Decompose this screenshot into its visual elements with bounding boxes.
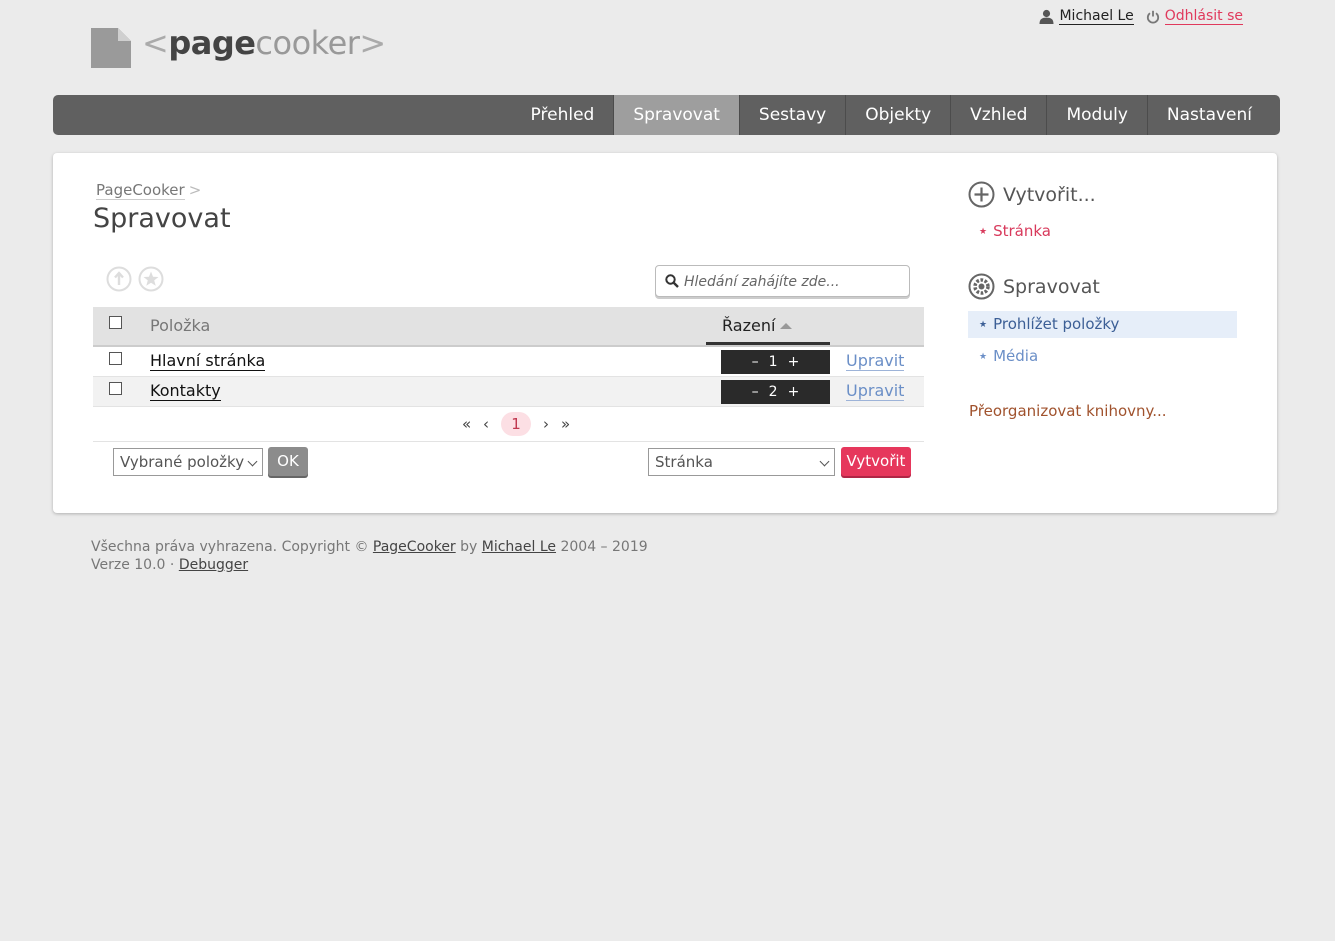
nav-item-settings[interactable]: Nastavení xyxy=(1146,95,1280,135)
star-icon: ★ xyxy=(979,352,988,362)
bulk-action-select[interactable]: Vybrané položky xyxy=(113,448,263,476)
document-icon xyxy=(91,28,131,68)
user-bar: Michael Le Odhlásit se xyxy=(1039,8,1243,25)
sort-asc-icon xyxy=(780,323,792,329)
breadcrumb: PageCooker > xyxy=(96,181,202,200)
pagination: « ‹ 1 › » xyxy=(93,407,924,442)
sidebar-reorganize-link[interactable]: Přeorganizovat knihovny... xyxy=(969,402,1167,420)
sidebar-manage-heading-label: Spravovat xyxy=(1003,275,1100,298)
item-link[interactable]: Hlavní stránka xyxy=(150,351,266,371)
create-type-select[interactable]: Stránka xyxy=(648,448,835,476)
breadcrumb-separator: > xyxy=(188,181,202,199)
order-control: – 2 + xyxy=(721,380,830,404)
nav-item-appearance[interactable]: Vzhled xyxy=(950,95,1046,135)
select-all-checkbox[interactable] xyxy=(109,316,122,329)
nav-item-overview[interactable]: Přehled xyxy=(512,95,614,135)
main-nav: Přehled Spravovat Sestavy Objekty Vzhled… xyxy=(53,95,1280,135)
logout-link[interactable]: Odhlásit se xyxy=(1164,8,1243,25)
table-row: Hlavní stránka – 1 + Upravit xyxy=(93,347,924,377)
page-title: Spravovat xyxy=(93,203,231,234)
sidebar-item-browse-items[interactable]: ★ Prohlížet položky xyxy=(979,315,1119,333)
star-icon[interactable] xyxy=(138,266,164,292)
order-control: – 1 + xyxy=(721,350,830,374)
user-icon xyxy=(1039,9,1054,24)
footer-years: 2004 – 2019 xyxy=(560,539,648,555)
order-decrease-button[interactable]: – xyxy=(752,354,759,370)
row-checkbox[interactable] xyxy=(109,382,122,395)
order-value: 2 xyxy=(768,384,778,400)
sidebar-item-create-page-label: Stránka xyxy=(993,222,1051,240)
main-panel: PageCooker> Spravovat Položka Řazení Hla… xyxy=(53,153,1277,513)
breadcrumb-link-home[interactable]: PageCooker xyxy=(96,181,185,200)
footer-debugger-link[interactable]: Debugger xyxy=(179,557,248,573)
sidebar-item-create-page[interactable]: ★ Stránka xyxy=(979,222,1051,240)
items-table: Položka Řazení Hlavní stránka – 1 + Upra… xyxy=(93,307,924,442)
order-value: 1 xyxy=(768,354,778,370)
edit-link[interactable]: Upravit xyxy=(846,381,905,401)
pager-first-button[interactable]: « xyxy=(462,415,471,433)
sidebar-create-heading: Vytvořit... xyxy=(968,181,1096,208)
row-checkbox[interactable] xyxy=(109,352,122,365)
nav-item-objects[interactable]: Objekty xyxy=(845,95,950,135)
footer-version: Verze 10.0 xyxy=(91,557,166,573)
footer-copyright: Všechna práva vyhrazena. Copyright © Pag… xyxy=(91,538,648,556)
nav-item-modules[interactable]: Moduly xyxy=(1046,95,1146,135)
star-icon: ★ xyxy=(979,320,988,330)
footer-rights: Všechna práva vyhrazena. Copyright © xyxy=(91,539,369,555)
nav-item-manage[interactable]: Spravovat xyxy=(613,95,739,135)
star-icon: ★ xyxy=(979,227,988,237)
table-header: Položka Řazení xyxy=(93,307,924,347)
pager-next-button[interactable]: › xyxy=(543,415,549,433)
edit-link[interactable]: Upravit xyxy=(846,351,905,371)
table-row: Kontakty – 2 + Upravit xyxy=(93,377,924,407)
search-icon xyxy=(665,274,679,288)
footer-author-link[interactable]: Michael Le xyxy=(482,539,556,555)
column-header-order-label: Řazení xyxy=(722,316,776,335)
nav-item-reports[interactable]: Sestavy xyxy=(738,95,845,135)
footer-version-line: Verze 10.0 · Debugger xyxy=(91,556,648,574)
column-header-item[interactable]: Položka xyxy=(150,316,210,335)
order-increase-button[interactable]: + xyxy=(788,384,800,400)
pager-prev-button[interactable]: ‹ xyxy=(483,415,489,433)
power-icon xyxy=(1146,10,1159,24)
pager-last-button[interactable]: » xyxy=(561,415,570,433)
search-input[interactable] xyxy=(682,268,906,296)
chevron-down-icon xyxy=(819,456,830,467)
bulk-ok-button[interactable]: OK xyxy=(268,447,308,476)
user-name-link[interactable]: Michael Le xyxy=(1059,8,1134,25)
create-button[interactable]: Vytvořit xyxy=(841,447,911,476)
chevron-down-icon xyxy=(247,456,258,467)
footer-by: by xyxy=(460,539,478,555)
footer-dot: · xyxy=(169,557,175,573)
sidebar-item-browse-items-label: Prohlížet položky xyxy=(993,315,1120,333)
footer-product-link[interactable]: PageCooker xyxy=(373,539,456,555)
sidebar-manage-heading: Spravovat xyxy=(968,273,1100,300)
gear-icon xyxy=(968,273,995,300)
create-type-select-value: Stránka xyxy=(655,453,713,471)
pager-current-page[interactable]: 1 xyxy=(501,412,531,436)
footer: Všechna práva vyhrazena. Copyright © Pag… xyxy=(91,538,648,574)
logo-text: <pagecooker> xyxy=(142,24,386,62)
plus-circle-icon xyxy=(968,181,995,208)
order-increase-button[interactable]: + xyxy=(788,354,800,370)
sidebar-create-heading-label: Vytvořit... xyxy=(1003,183,1096,206)
item-link[interactable]: Kontakty xyxy=(150,381,221,401)
order-decrease-button[interactable]: – xyxy=(752,384,759,400)
bulk-action-select-value: Vybrané položky xyxy=(120,453,245,471)
column-header-order[interactable]: Řazení xyxy=(706,307,830,345)
sidebar-item-media[interactable]: ★ Média xyxy=(979,347,1038,365)
sidebar-item-media-label: Média xyxy=(993,347,1039,365)
up-arrow-icon[interactable] xyxy=(106,266,132,292)
search-box xyxy=(655,265,910,297)
